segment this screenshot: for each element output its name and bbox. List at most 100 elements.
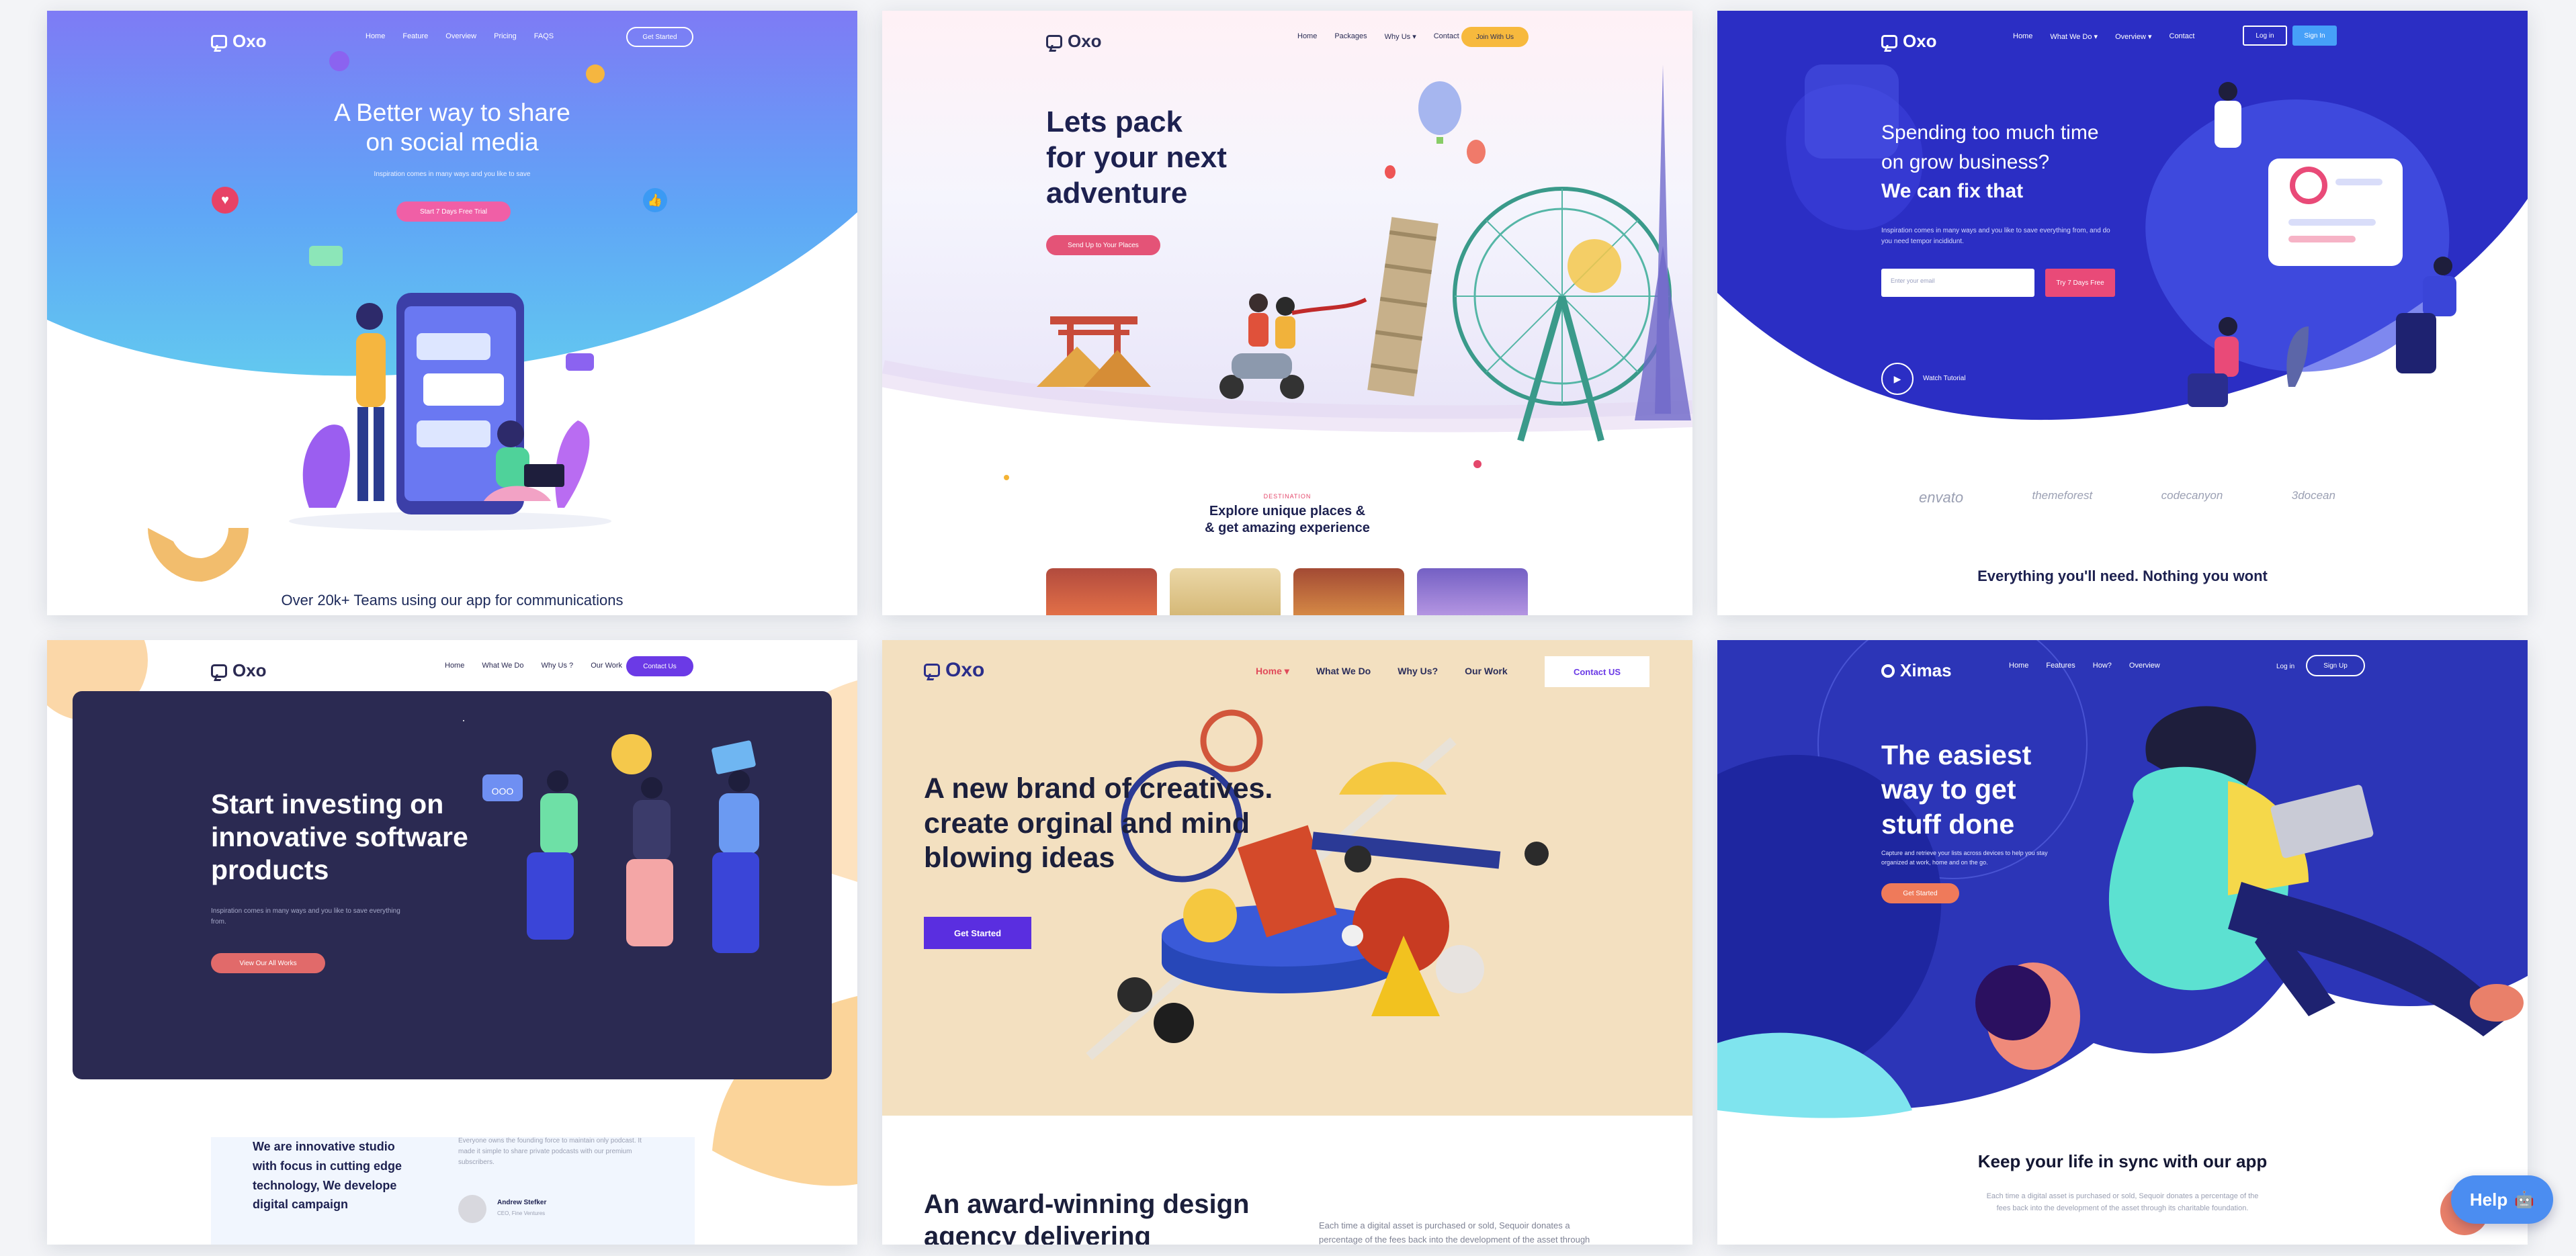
main-nav: Home Features How? Overview [2009, 662, 2160, 670]
chat-logo-icon [211, 34, 227, 48]
nav-our-work[interactable]: Our Work [591, 662, 622, 670]
nav-home[interactable]: Home [2013, 32, 2032, 41]
login-button[interactable]: Log in [2243, 26, 2287, 46]
destination-card[interactable] [1170, 568, 1281, 615]
send-places-button[interactable]: Send Up to Your Places [1046, 235, 1160, 255]
template-card-creative[interactable]: Oxo Home ▾ What We Do Why Us? Our Work C… [882, 640, 1692, 1245]
hero-subtitle: Inspiration comes in many ways and you l… [211, 907, 400, 926]
section-title: Everything you'll need. Nothing you wont [1977, 568, 2268, 584]
template-card-business[interactable]: Oxo Home What We Do ▾ Overview ▾ Contact… [1717, 11, 2528, 615]
free-trial-button[interactable]: Try 7 Days Free [2045, 269, 2115, 297]
nav-why-us[interactable]: Why Us ? [542, 662, 574, 670]
nav-overview[interactable]: Overview ▾ [2115, 32, 2151, 41]
headline-line-1: The easiest [1881, 739, 2032, 770]
watch-tutorial-link[interactable]: Watch Tutorial [1923, 373, 1966, 384]
nav-overview[interactable]: Overview [2129, 662, 2160, 670]
nav-contact[interactable]: Contact [2170, 32, 2195, 41]
help-button[interactable]: Help 🤖 [2451, 1175, 2553, 1224]
main-nav: Home Packages Why Us ▾ Contact [1297, 32, 1459, 41]
contact-button[interactable]: Contact Us [626, 656, 693, 676]
nav-pricing[interactable]: Pricing [494, 32, 517, 40]
nav-packages[interactable]: Packages [1334, 32, 1367, 41]
nav-home[interactable]: Home [1297, 32, 1317, 41]
template-card-ximas[interactable]: Ximas Home Features How? Overview Log in… [1717, 640, 2528, 1245]
section-text-line-1: Each time a digital asset is purchased o… [1319, 1220, 1570, 1230]
headline-line-1: A new brand of creatives. [924, 772, 1273, 805]
nav-overview[interactable]: Overview [445, 32, 476, 40]
get-started-button[interactable]: Get Started [1881, 883, 1959, 903]
nav-features[interactable]: Features [2046, 662, 2075, 670]
nav-contact[interactable]: Contact [1434, 32, 1459, 41]
partner-codecanyon: codecanyon [2161, 489, 2223, 502]
headline-line-1: Start investing on [211, 789, 444, 819]
template-card-travel[interactable]: Oxo Home Packages Why Us ▾ Contact Join … [882, 11, 1692, 615]
hero-headline: Start investing on innovative software p… [211, 788, 468, 887]
nav-what-we-do[interactable]: What We Do ▾ [2050, 32, 2098, 41]
view-works-button[interactable]: View Our All Works [211, 953, 325, 973]
main-nav: Home What We Do ▾ Overview ▾ Contact [2013, 32, 2194, 41]
nav-faqs[interactable]: FAQS [534, 32, 554, 40]
nav-home[interactable]: Home ▾ [1256, 666, 1289, 677]
about-text: We are innovative studio with focus in c… [253, 1137, 402, 1214]
login-link[interactable]: Log in [2276, 662, 2294, 672]
speech-bubble: OOO [491, 786, 514, 797]
headline-line-3: stuff done [1881, 808, 2015, 840]
brand-logo[interactable]: Ximas [1881, 660, 1952, 681]
brand-name: Oxo [1068, 31, 1102, 51]
trust-headline: Over 20k+ Teams using our app for commun… [281, 592, 624, 609]
phone-illustration [289, 293, 611, 531]
partner-3docean: 3docean [2291, 489, 2335, 502]
section-eyebrow: DESTINATION [1263, 493, 1312, 500]
avatar [458, 1195, 486, 1223]
destination-card[interactable] [1417, 568, 1528, 615]
hero-background [1717, 11, 2528, 615]
section-text-line-2: fees back into the development of the as… [1996, 1204, 2249, 1212]
main-nav: Home What We Do Why Us ? Our Work [445, 662, 622, 670]
nav-what-we-do[interactable]: What We Do [1316, 666, 1371, 677]
partner-themeforest: themeforest [2032, 489, 2093, 502]
nav-our-work[interactable]: Our Work [1465, 666, 1508, 677]
section-title: Explore unique places & & get amazing ex… [882, 503, 1692, 537]
destination-card[interactable] [1293, 568, 1404, 615]
headline-line-1: A Better way to share [334, 99, 570, 126]
get-started-button[interactable]: Get Started [924, 917, 1031, 949]
template-card-invest[interactable]: Oxo Home What We Do Why Us ? Our Work Co… [47, 640, 857, 1245]
get-started-button[interactable]: Get Started [626, 27, 693, 47]
nav-why-us[interactable]: Why Us? [1398, 666, 1438, 677]
chat-logo-icon [924, 664, 940, 677]
email-input[interactable]: Enter your email [1881, 269, 2034, 297]
brand-logo[interactable]: Oxo [1046, 31, 1102, 52]
brand-name: Oxo [1903, 31, 1937, 51]
about-line-1: We are innovative studio [253, 1140, 395, 1153]
headline-line-1: Lets pack [1046, 105, 1183, 138]
play-icon[interactable]: ▶ [1881, 363, 1914, 395]
nav-how[interactable]: How? [2093, 662, 2112, 670]
hero-headline: A new brand of creatives. create orginal… [924, 772, 1273, 876]
nav-home[interactable]: Home [2009, 662, 2028, 670]
testimonial-quote: Everyone owns the founding force to main… [458, 1137, 642, 1166]
free-trial-button[interactable]: Start 7 Days Free Trial [396, 201, 511, 222]
signup-button[interactable]: Sign Up [2306, 655, 2365, 676]
nav-home[interactable]: Home [366, 32, 385, 40]
hero-headline: The easiest way to get stuff done [1881, 738, 2031, 842]
nav-feature[interactable]: Feature [402, 32, 428, 40]
signup-button[interactable]: Sign In [2292, 26, 2337, 46]
join-button[interactable]: Join With Us [1461, 27, 1529, 47]
brand-logo[interactable]: Oxo [211, 31, 267, 52]
brand-logo[interactable]: Oxo [924, 659, 984, 682]
nav-home[interactable]: Home [445, 662, 464, 670]
hero-headline: A Better way to share on social media [47, 98, 857, 158]
nav-what-we-do[interactable]: What We Do [482, 662, 523, 670]
headline-line-2: on grow business? [1881, 150, 2050, 173]
headline-line-2: for your next [1046, 140, 1227, 174]
template-card-social[interactable]: Oxo Home Feature Overview Pricing FAQS G… [47, 11, 857, 615]
nav-why-us[interactable]: Why Us ▾ [1385, 32, 1416, 41]
destination-card[interactable] [1046, 568, 1157, 615]
contact-button[interactable]: Contact US [1545, 656, 1649, 687]
brand-logo[interactable]: Oxo [1881, 31, 1937, 52]
section-title-line-1: Explore unique places & [1209, 504, 1366, 519]
partner-logos: envato themeforest codecanyon 3docean [1919, 489, 2335, 506]
section-title-line-1: An award-winning design [924, 1190, 1250, 1219]
main-nav: Home Feature Overview Pricing FAQS [366, 32, 554, 40]
brand-logo[interactable]: Oxo [211, 660, 267, 681]
